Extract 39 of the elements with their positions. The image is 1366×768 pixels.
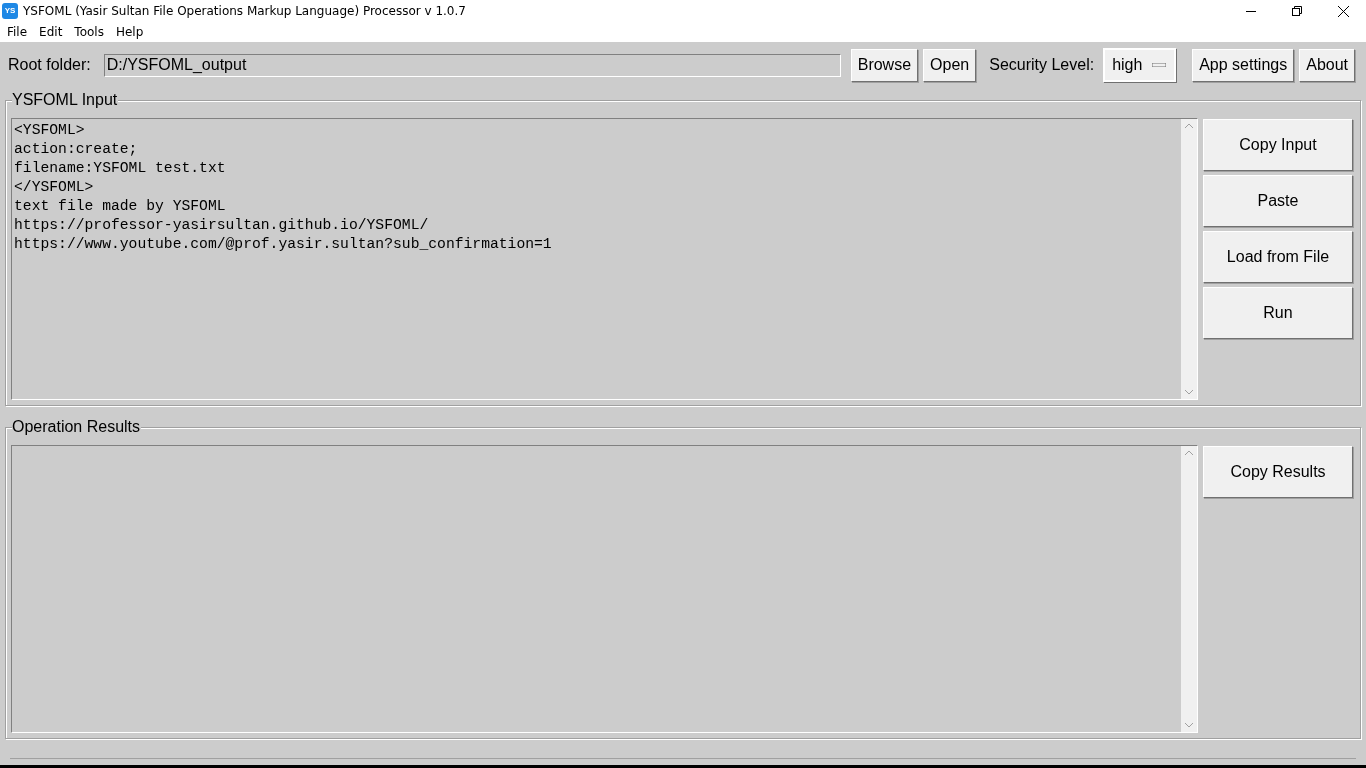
- code-line: <YSFOML>: [14, 121, 86, 140]
- code-line: filename:YSFOML test.txt: [14, 159, 227, 178]
- scroll-down-icon[interactable]: [1185, 723, 1193, 728]
- window-title: YSFOML (Yasir Sultan File Operations Markup Language) Processor v 1.0.7: [23, 3, 466, 20]
- menu-item[interactable]: Tools: [68, 23, 110, 41]
- scroll-up-icon[interactable]: [1185, 123, 1193, 128]
- menu-item[interactable]: Help: [109, 23, 150, 41]
- code-line: action:create;: [14, 140, 139, 159]
- minimize-icon: [1246, 10, 1256, 12]
- scrollbar[interactable]: [1181, 119, 1197, 399]
- button[interactable]: Copy Results: [1203, 446, 1353, 498]
- field-label: Root folder:: [8, 55, 91, 75]
- button[interactable]: Copy Input: [1203, 119, 1353, 171]
- restore-icon: [1292, 6, 1302, 16]
- menu-item[interactable]: File: [1, 23, 34, 41]
- button[interactable]: Paste: [1203, 175, 1353, 227]
- code-line: text file made by YSFOML: [14, 197, 227, 216]
- button[interactable]: Load from File: [1203, 231, 1353, 283]
- panel-title: Operation Results: [12, 417, 142, 437]
- root-folder-field[interactable]: D:/YSFOML_output: [103, 53, 841, 77]
- button[interactable]: App settings: [1192, 48, 1295, 82]
- dropdown-indicator-icon: [1152, 63, 1167, 67]
- close-icon: [1337, 5, 1349, 17]
- field-label: Security Level:: [989, 55, 1095, 75]
- text-area[interactable]: <YSFOML> action:create; filename:YSFOML test.txt </YSFOML> text file made by YSFOML https://professor-yasirsultan.github.io/YSFOML/ https://www.youtube.com/@prof.yasir.sultan?sub_confirmation=1: [11, 118, 1198, 400]
- security-level-dropdown[interactable]: high: [1103, 48, 1177, 82]
- button[interactable]: Browse: [850, 48, 919, 82]
- code-line: </YSFOML>: [14, 178, 95, 197]
- button[interactable]: Open: [923, 48, 977, 82]
- button[interactable]: Run: [1203, 287, 1353, 339]
- app-icon: YS: [2, 3, 18, 19]
- scroll-up-icon[interactable]: [1185, 450, 1193, 455]
- code-line: https://professor-yasirsultan.github.io/YSFOML/: [14, 216, 430, 235]
- scrollbar[interactable]: [1181, 446, 1197, 732]
- scroll-down-icon[interactable]: [1185, 390, 1193, 395]
- menu-item[interactable]: Edit: [33, 23, 69, 41]
- panel-title: YSFOML Input: [12, 90, 119, 110]
- button[interactable]: About: [1299, 48, 1356, 82]
- code-line: https://www.youtube.com/@prof.yasir.sultan?sub_confirmation=1: [14, 235, 553, 254]
